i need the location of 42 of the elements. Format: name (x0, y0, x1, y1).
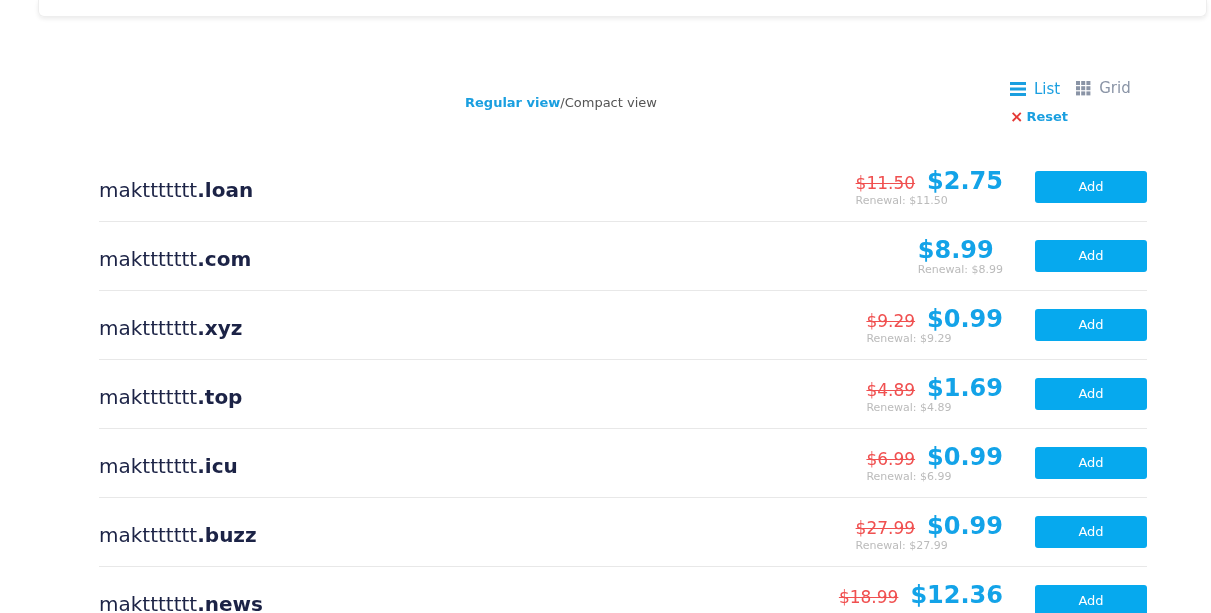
price: $1.69 (927, 373, 1003, 402)
renewal-price: Renewal: $6.99 (866, 470, 953, 482)
old-price: $11.50 (855, 172, 916, 193)
domain-name: makttttttt.news (99, 591, 264, 613)
add-button[interactable]: Add (1035, 378, 1147, 410)
layout-toggle[interactable]: Grid (1076, 77, 1131, 100)
price: $0.99 (927, 442, 1003, 471)
add-button[interactable]: Add (1035, 309, 1147, 341)
add-button[interactable]: Add (1035, 516, 1147, 548)
old-price: $18.99 (838, 586, 899, 607)
price: $12.36 (910, 580, 1003, 609)
add-button[interactable]: Add (1035, 171, 1147, 203)
domain-name: makttttttt.loan (99, 177, 255, 204)
domain-name: makttttttt.buzz (99, 522, 258, 549)
view-mode-link[interactable]: Regular view (465, 95, 561, 110)
add-button[interactable]: Add (1035, 447, 1147, 479)
add-button[interactable]: Add (1035, 585, 1147, 613)
price: $2.75 (927, 166, 1003, 195)
view-mode-link[interactable]: Compact view (564, 95, 657, 110)
domain-name: makttttttt.com (99, 246, 253, 273)
domain-name: makttttttt.icu (99, 453, 239, 480)
grid-icon (1076, 80, 1092, 96)
old-price: $4.89 (866, 379, 916, 400)
price: $8.99 (917, 235, 994, 264)
close-icon: × (1010, 108, 1024, 125)
old-price: $9.29 (866, 310, 916, 331)
price: $0.99 (927, 304, 1003, 333)
renewal-price: Renewal: $8.99 (917, 263, 1003, 275)
list-icon (1010, 81, 1026, 96)
layout-toggle[interactable]: List (1010, 77, 1061, 100)
old-price: $27.99 (855, 517, 916, 538)
price: $0.99 (927, 511, 1003, 540)
renewal-price: Renewal: $9.29 (866, 332, 953, 344)
reset-button[interactable]: × Reset (1010, 106, 1068, 127)
add-button[interactable]: Add (1035, 240, 1147, 272)
domain-name: makttttttt.top (99, 384, 244, 411)
separator-text: / (560, 95, 565, 110)
domain-name: makttttttt.xyz (99, 315, 244, 342)
renewal-price: Renewal: $4.89 (866, 401, 953, 413)
old-price: $6.99 (866, 448, 916, 469)
renewal-price: Renewal: $11.50 (855, 194, 949, 206)
renewal-price: Renewal: $27.99 (855, 539, 949, 551)
